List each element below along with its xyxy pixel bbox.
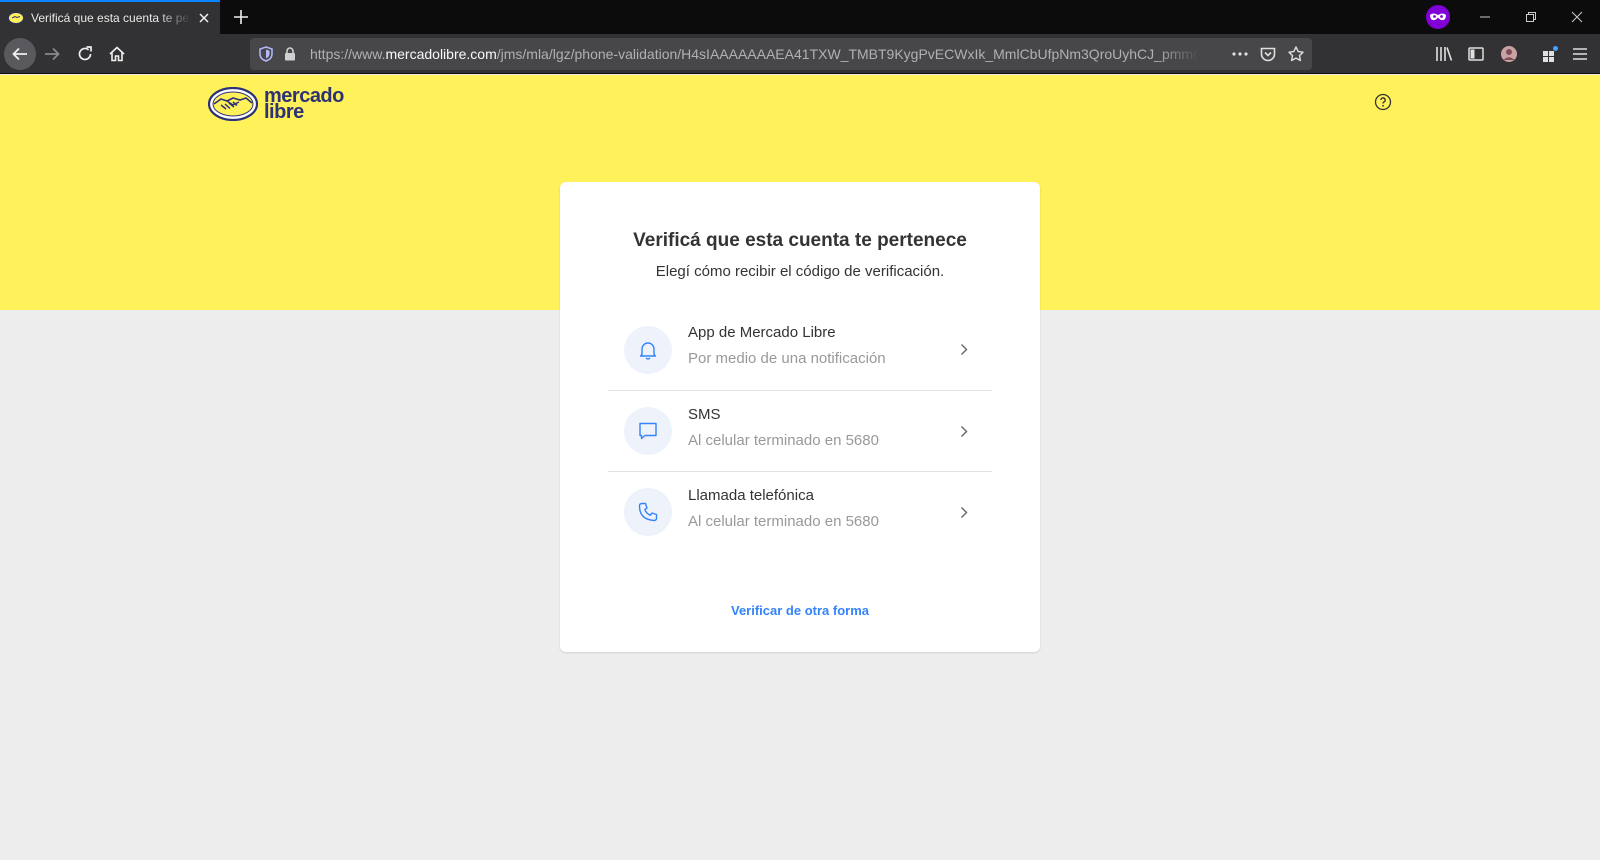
library-icon [1436,47,1453,61]
bell-icon [624,325,672,374]
option-text: Llamada telefónica Al celular terminado … [688,486,879,532]
url-host: mercadolibre.com [385,46,497,62]
reload-icon [78,46,92,61]
app-menu-button[interactable] [1564,38,1596,70]
forward-arrow-icon [45,47,60,61]
extensions-puzzle-icon [1543,46,1558,62]
sidebar-icon [1468,47,1484,61]
verification-options-list: App de Mercado Libre Por medio de una no… [608,309,992,552]
url-text: https://www.mercadolibre.com/jms/mla/lgz… [310,38,1200,70]
navigation-toolbar: https://www.mercadolibre.com/jms/mla/lgz… [0,34,1600,74]
mercadolibre-favicon-icon [8,12,24,24]
home-button[interactable] [101,38,133,70]
close-window-icon[interactable] [1554,0,1600,34]
private-browsing-icon [1426,5,1450,29]
handshake-logo-icon [208,87,258,121]
url-prefix: https://www. [310,46,386,62]
tab-bar: Verificá que esta cuenta te pertenece [0,0,1600,34]
chevron-right-icon [958,424,970,438]
option-description: Al celular terminado en 5680 [688,513,879,530]
browser-tab-active[interactable]: Verificá que esta cuenta te pertenece [0,0,220,34]
url-path: /jms/mla/lgz/phone-validation/H4sIAAAAAA… [496,46,1200,62]
address-bar[interactable]: https://www.mercadolibre.com/jms/mla/lgz… [250,38,1312,70]
chevron-right-icon [958,505,970,519]
minimize-window-icon[interactable] [1462,0,1508,34]
account-avatar-button[interactable] [1493,38,1525,70]
option-text: SMS Al celular terminado en 5680 [688,405,879,451]
option-description: Por medio de una notificación [688,350,886,367]
option-description: Al celular terminado en 5680 [688,432,879,449]
sidebar-toggle-button[interactable] [1460,38,1492,70]
verify-another-way-link[interactable]: Verificar de otra forma [560,603,1040,618]
page-content: mercado libre Verificá que esta cuenta t… [0,75,1600,860]
page-actions-more-icon[interactable] [1232,46,1248,62]
page-title: Verificá que esta cuenta te pertenece [633,230,967,251]
option-title: SMS [688,406,721,423]
option-title: App de Mercado Libre [688,324,836,341]
forward-button[interactable] [36,38,68,70]
back-button[interactable] [4,38,36,70]
account-avatar-icon [1501,46,1517,62]
pocket-icon[interactable] [1260,46,1276,62]
help-question-icon[interactable] [1374,93,1392,111]
option-phone-call[interactable]: Llamada telefónica Al celular terminado … [608,471,992,552]
logo-wordmark: mercado libre [264,86,344,122]
browser-tab-title: Verificá que esta cuenta te pertenece [31,11,191,25]
restore-window-icon[interactable] [1508,0,1554,34]
close-tab-icon[interactable] [197,10,212,26]
page-subtitle: Elegí cómo recibir el código de verifica… [655,263,945,280]
hamburger-menu-icon [1573,48,1587,60]
phone-icon [624,488,672,536]
extensions-button[interactable] [1534,38,1566,70]
mercadolibre-logo[interactable]: mercado libre [208,83,348,125]
option-title: Llamada telefónica [688,487,814,504]
chevron-right-icon [958,343,970,357]
reload-button[interactable] [69,38,101,70]
library-button[interactable] [1428,38,1460,70]
lock-icon[interactable] [282,46,298,62]
option-sms[interactable]: SMS Al celular terminado en 5680 [608,390,992,471]
new-tab-icon[interactable] [232,8,250,26]
option-mercadolibre-app[interactable]: App de Mercado Libre Por medio de una no… [608,309,992,390]
home-icon [109,46,125,62]
option-text: App de Mercado Libre Por medio de una no… [688,323,886,369]
tracking-protection-shield-icon[interactable] [258,46,274,62]
back-arrow-icon [12,47,27,61]
chat-bubble-icon [624,407,672,455]
verification-card: Verificá que esta cuenta te pertenece El… [560,182,1040,652]
bookmark-star-icon[interactable] [1288,46,1304,62]
